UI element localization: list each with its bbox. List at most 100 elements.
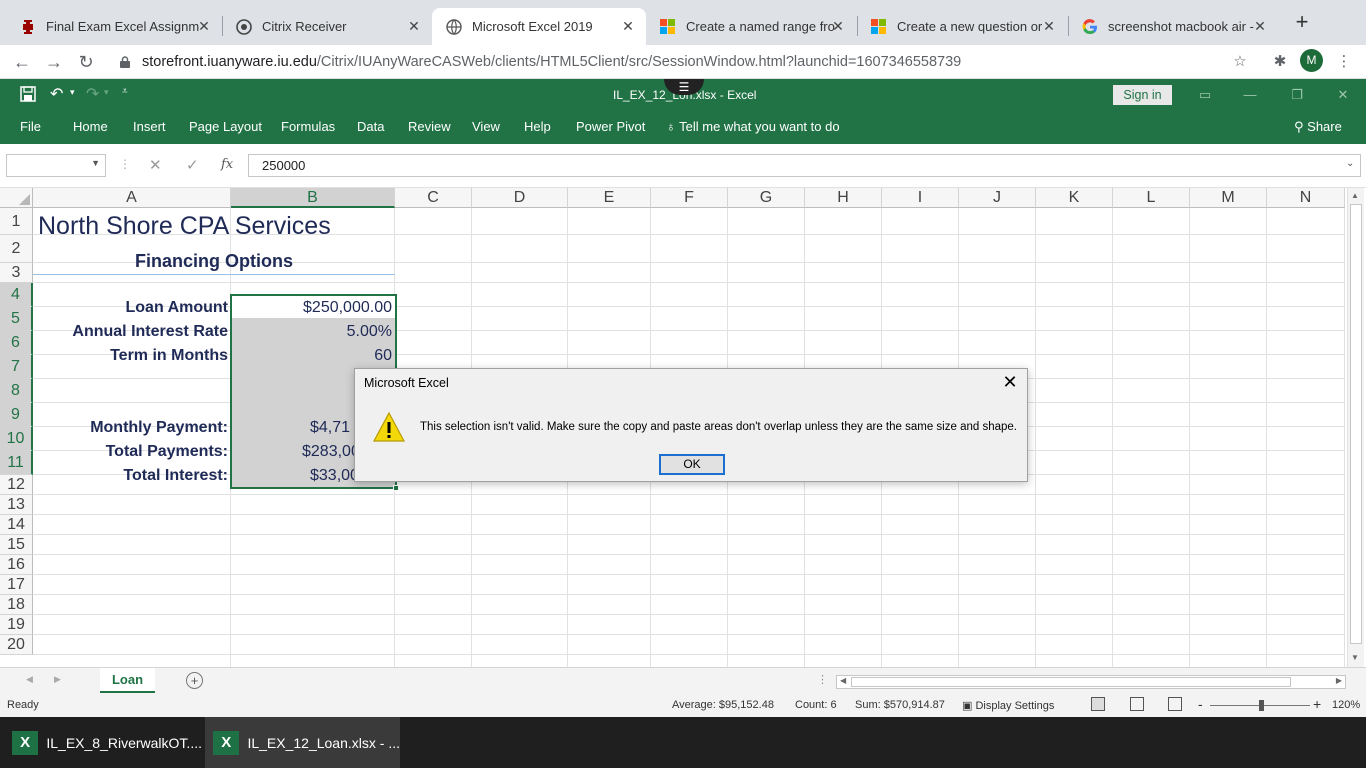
tab-final-exam[interactable]: Final Exam Excel Assignm ✕ <box>6 8 222 45</box>
tab-home[interactable]: Home <box>73 119 108 134</box>
row-header-2[interactable]: 2 <box>0 235 33 263</box>
redo-icon[interactable]: ↷ <box>86 84 99 104</box>
cell-a11[interactable]: Total Interest: <box>33 467 228 485</box>
name-box[interactable]: ▼ <box>6 154 106 177</box>
zoom-slider-thumb[interactable] <box>1259 700 1264 711</box>
display-settings-button[interactable]: ▣ Display Settings <box>962 699 1054 712</box>
column-header-n[interactable]: N <box>1267 188 1345 208</box>
row-header-9[interactable]: 9 <box>0 403 33 427</box>
share-button[interactable]: ⚲ Share <box>1294 119 1342 135</box>
row-header-17[interactable]: 17 <box>0 575 33 595</box>
scroll-right-icon[interactable]: ▶ <box>1336 676 1342 685</box>
cell-b5[interactable]: 5.00% <box>231 323 392 341</box>
page-layout-view-icon[interactable] <box>1130 697 1144 711</box>
row-header-11[interactable]: 11 <box>0 451 33 475</box>
zoom-level[interactable]: 120% <box>1332 699 1360 711</box>
cell-a9[interactable]: Monthly Payment: <box>33 419 228 437</box>
more-menu-icon[interactable]: ⋮ <box>1332 50 1356 74</box>
sheet-tab-loan[interactable]: Loan <box>100 668 155 693</box>
vertical-scrollbar[interactable]: ▲ ▼ <box>1347 188 1364 667</box>
row-header-19[interactable]: 19 <box>0 615 33 635</box>
sign-in-button[interactable]: Sign in <box>1113 85 1172 105</box>
column-header-b[interactable]: B <box>231 188 395 208</box>
horizontal-scrollbar[interactable]: ◀ ▶ <box>836 675 1346 689</box>
column-header-c[interactable]: C <box>395 188 472 208</box>
row-header-20[interactable]: 20 <box>0 635 33 655</box>
scroll-down-icon[interactable]: ▼ <box>1351 653 1359 662</box>
column-header-h[interactable]: H <box>805 188 882 208</box>
save-icon[interactable] <box>20 86 36 102</box>
tab-citrix[interactable]: Citrix Receiver ✕ <box>222 8 432 45</box>
insert-function-icon[interactable]: fx <box>221 157 233 172</box>
scroll-thumb[interactable] <box>1350 204 1362 644</box>
forward-arrow-icon[interactable]: → <box>42 50 66 74</box>
tab-view[interactable]: View <box>472 119 500 134</box>
taskbar-item-riverwalk[interactable]: X IL_EX_8_RiverwalkOT.... <box>0 717 202 768</box>
reload-icon[interactable]: ↻ <box>74 50 98 74</box>
column-header-j[interactable]: J <box>959 188 1036 208</box>
scroll-thumb[interactable] <box>851 677 1291 687</box>
normal-view-icon[interactable] <box>1091 697 1105 711</box>
row-header-14[interactable]: 14 <box>0 515 33 535</box>
close-icon[interactable]: ✕ <box>620 18 636 35</box>
ribbon-display-options-icon[interactable]: ▭ <box>1195 85 1215 105</box>
column-header-l[interactable]: L <box>1113 188 1190 208</box>
select-all-corner[interactable] <box>0 188 33 208</box>
undo-icon[interactable]: ↶ <box>50 84 63 104</box>
close-window-icon[interactable]: ✕ <box>1333 85 1353 105</box>
row-header-18[interactable]: 18 <box>0 595 33 615</box>
row-header-3[interactable]: 3 <box>0 263 33 283</box>
new-tab-button[interactable]: + <box>1290 10 1314 34</box>
cancel-icon[interactable]: ✕ <box>149 156 162 174</box>
cell-a10[interactable]: Total Payments: <box>33 443 228 461</box>
tab-insert[interactable]: Insert <box>133 119 166 134</box>
ok-button[interactable]: OK <box>659 454 725 475</box>
column-header-k[interactable]: K <box>1036 188 1113 208</box>
row-header-1[interactable]: 1 <box>0 208 33 235</box>
taskbar-item-loan[interactable]: X IL_EX_12_Loan.xlsx - ... <box>205 717 400 768</box>
cell-b4[interactable]: $250,000.00 <box>231 299 392 317</box>
zoom-out-icon[interactable]: - <box>1198 696 1203 712</box>
row-header-15[interactable]: 15 <box>0 535 33 555</box>
column-header-g[interactable]: G <box>728 188 805 208</box>
tab-review[interactable]: Review <box>408 119 451 134</box>
scroll-left-icon[interactable]: ◀ <box>840 676 846 685</box>
close-icon[interactable]: ✕ <box>406 18 422 35</box>
column-header-i[interactable]: I <box>882 188 959 208</box>
tab-power-pivot[interactable]: Power Pivot <box>576 119 645 134</box>
cell-a2[interactable]: Financing Options <box>33 251 395 272</box>
column-header-d[interactable]: D <box>472 188 568 208</box>
star-icon[interactable]: ☆ <box>1228 50 1252 74</box>
row-header-4[interactable]: 4 <box>0 283 33 307</box>
close-icon[interactable]: ✕ <box>196 18 212 35</box>
minimize-icon[interactable]: — <box>1240 85 1260 105</box>
page-break-view-icon[interactable] <box>1168 697 1182 711</box>
cell-b6[interactable]: 60 <box>231 347 392 365</box>
row-header-13[interactable]: 13 <box>0 495 33 515</box>
enter-check-icon[interactable]: ✓ <box>186 156 199 174</box>
tell-me-search[interactable]: ♁ Tell me what you want to do <box>666 119 840 134</box>
cell-a6[interactable]: Term in Months <box>33 347 228 365</box>
customize-quick-access-icon[interactable]: ⩡ <box>122 86 128 97</box>
tab-formulas[interactable]: Formulas <box>281 119 335 134</box>
cell-b10[interactable]: $283,00 <box>302 443 360 461</box>
row-header-6[interactable]: 6 <box>0 331 33 355</box>
close-icon[interactable]: ✕ <box>1041 18 1057 35</box>
tab-page-layout[interactable]: Page Layout <box>189 119 262 134</box>
chevron-down-icon[interactable]: ▾ <box>70 87 75 98</box>
scroll-sheets-left-icon[interactable]: ◀ <box>26 674 33 685</box>
tab-data[interactable]: Data <box>357 119 384 134</box>
fill-handle[interactable] <box>393 485 399 491</box>
cell-b9[interactable]: $4,71 <box>310 419 350 437</box>
add-sheet-icon[interactable]: + <box>186 672 203 689</box>
extensions-icon[interactable]: ✱ <box>1268 50 1292 74</box>
zoom-in-icon[interactable]: + <box>1313 696 1321 712</box>
close-icon[interactable]: ✕ <box>999 371 1021 393</box>
row-header-12[interactable]: 12 <box>0 475 33 495</box>
column-header-m[interactable]: M <box>1190 188 1267 208</box>
close-icon[interactable]: ✕ <box>1252 18 1268 35</box>
cell-a1[interactable]: North Shore CPA Services <box>38 212 331 241</box>
column-header-f[interactable]: F <box>651 188 728 208</box>
row-header-10[interactable]: 10 <box>0 427 33 451</box>
scroll-up-icon[interactable]: ▲ <box>1351 191 1359 200</box>
